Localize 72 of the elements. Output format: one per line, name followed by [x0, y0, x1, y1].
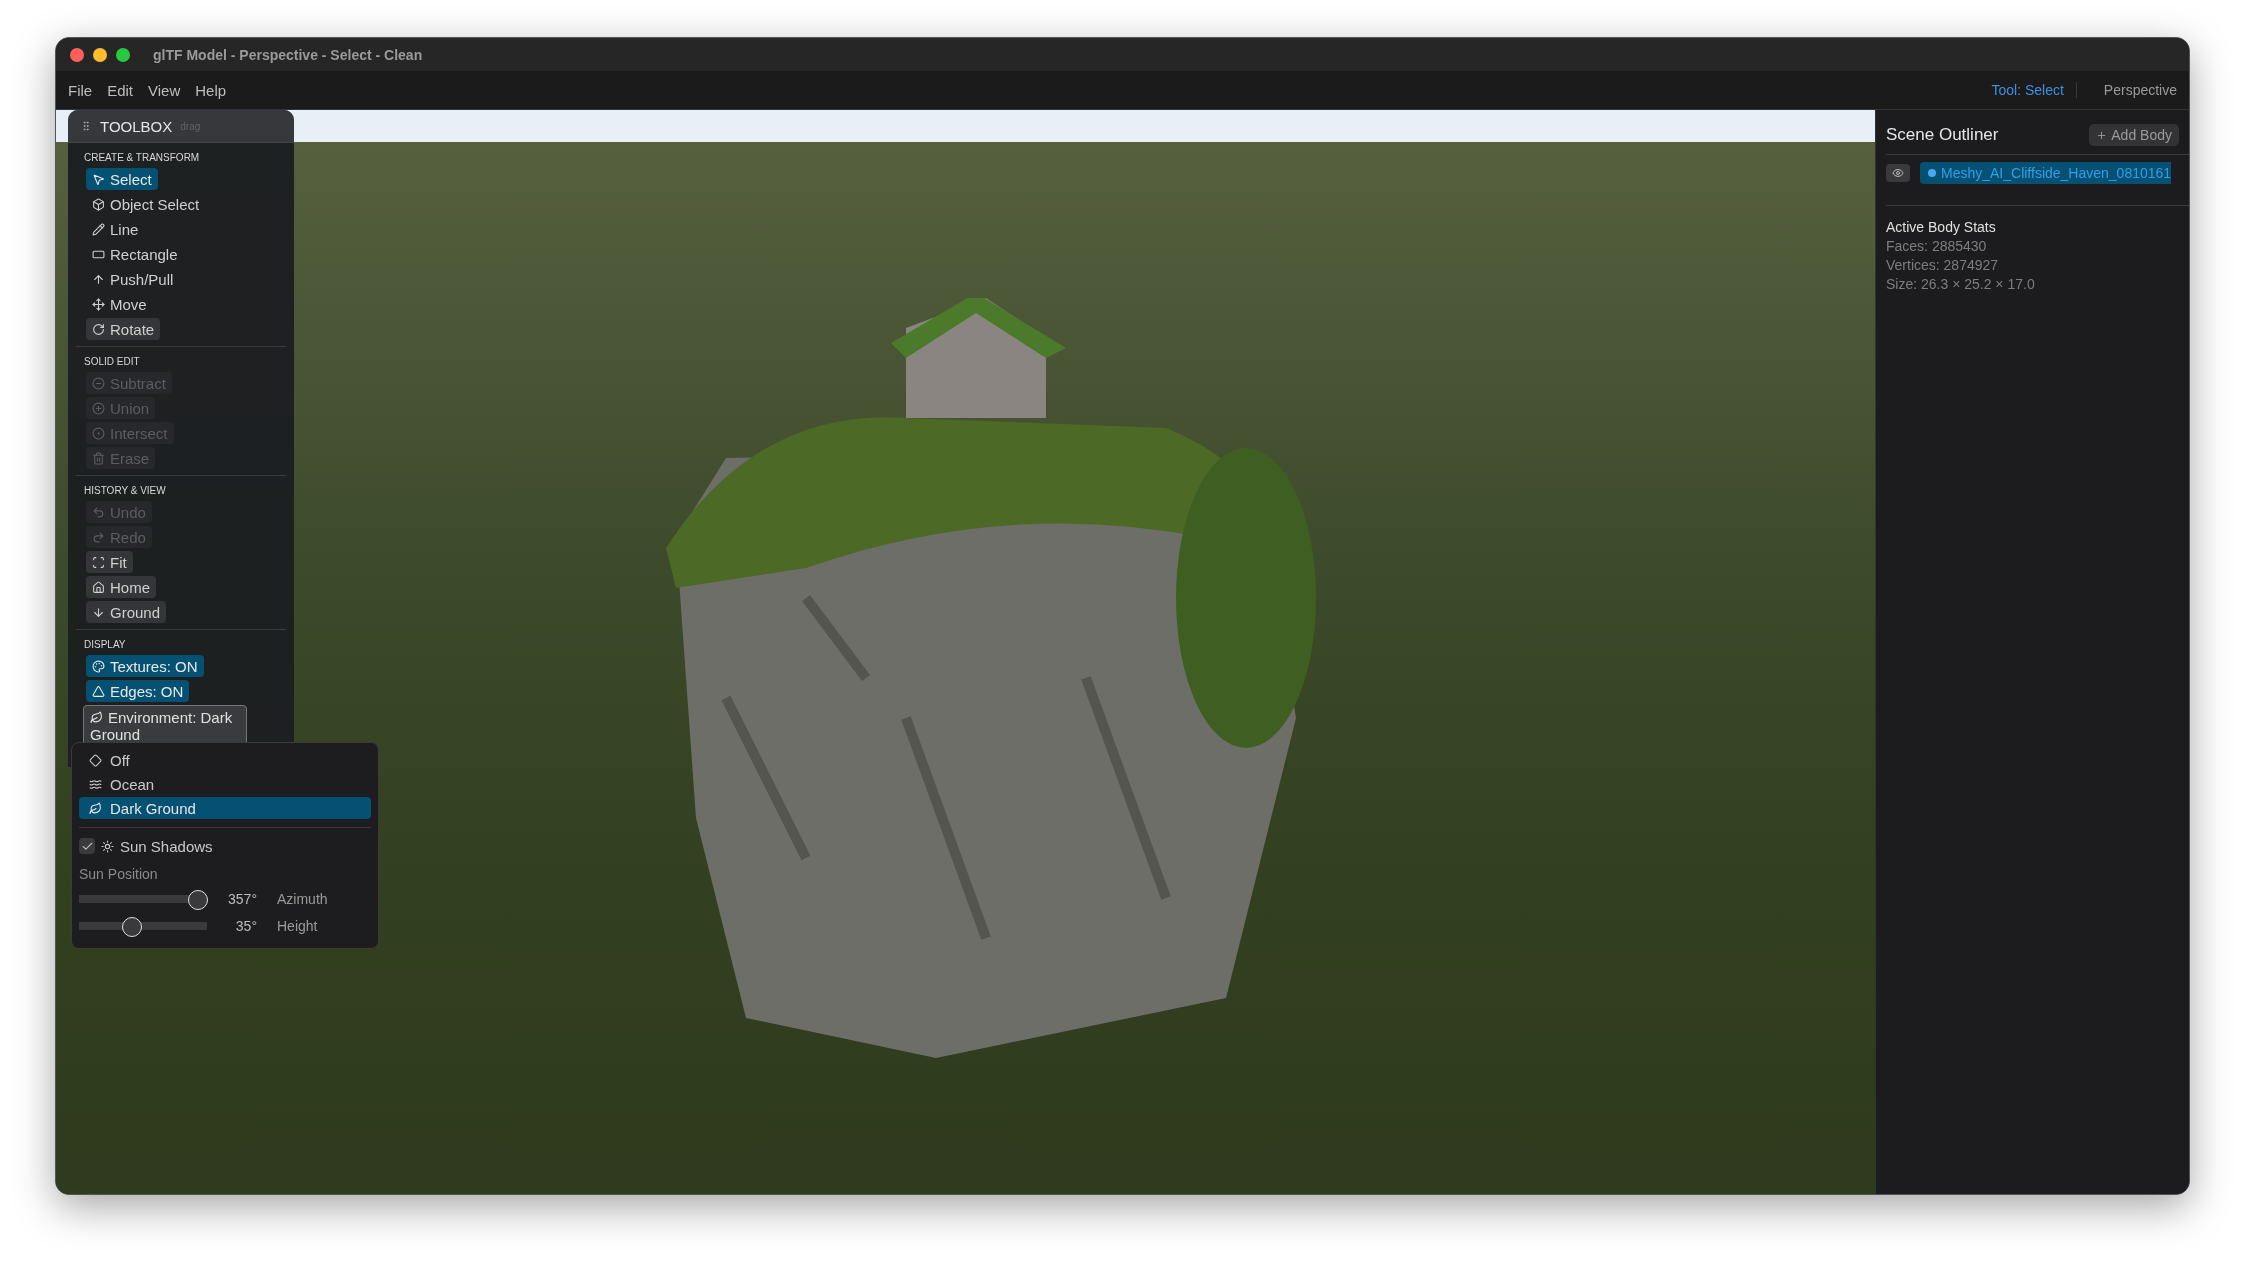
minimize-button[interactable] — [93, 47, 107, 62]
tool-button[interactable]: Select — [86, 168, 158, 190]
slider-thumb[interactable] — [121, 916, 142, 937]
maximize-button[interactable] — [116, 47, 130, 62]
stat-line: Vertices: 2874927 — [1886, 257, 2000, 273]
section-heading: HISTORY & VIEW — [84, 485, 166, 496]
menu-item[interactable]: Edit — [107, 81, 134, 99]
add-body-button[interactable]: Add Body — [2089, 124, 2179, 146]
visibility-toggle[interactable] — [1886, 164, 1910, 182]
status-dot — [1928, 169, 1936, 177]
sun-icon — [101, 839, 114, 853]
section-heading: DISPLAY — [84, 639, 126, 650]
menu-option[interactable]: Dark Ground — [79, 797, 371, 819]
window-title: glTF Model - Perspective - Select - Clean — [153, 46, 423, 63]
pencil-icon — [92, 222, 105, 236]
palette-icon — [92, 659, 105, 673]
toggle-button[interactable]: Textures: ON — [86, 655, 204, 677]
house-icon — [92, 580, 105, 594]
section-heading: SOLID EDIT — [84, 356, 140, 367]
leaf-icon — [90, 711, 103, 724]
menu-option[interactable]: Off — [79, 749, 371, 771]
close-button[interactable] — [70, 47, 84, 62]
undo-icon — [92, 505, 105, 519]
view-status: Perspective — [2102, 82, 2177, 98]
checkbox-label: Sun Shadows — [120, 837, 213, 855]
wave-icon — [89, 777, 102, 791]
triangle-icon — [92, 684, 105, 698]
stat-line: Faces: 2885430 — [1886, 238, 1988, 254]
tool-button[interactable]: Push/Pull — [86, 268, 180, 290]
down-arrow-icon — [92, 605, 105, 619]
tool-button[interactable]: Ground — [86, 601, 167, 623]
plus-icon — [2096, 129, 2108, 141]
tool-button[interactable]: Move — [86, 293, 153, 315]
cursor-icon — [92, 172, 105, 186]
rotate-icon — [92, 322, 105, 336]
tool-status: Tool: Select — [1991, 82, 2077, 98]
checkbox[interactable] — [79, 838, 95, 854]
move-icon — [92, 297, 105, 311]
redo-icon — [92, 530, 105, 544]
diamond-icon — [89, 753, 102, 767]
menu-item[interactable]: File — [68, 81, 93, 99]
toolbox-title: TOOLBOX — [100, 117, 173, 135]
tool-button[interactable]: Object Select — [86, 193, 206, 215]
slider-reading: 357° — [227, 890, 257, 907]
menu-option[interactable]: Ocean — [79, 773, 371, 795]
up-arrow-icon — [92, 272, 105, 286]
tool-button[interactable]: Rotate — [86, 318, 161, 340]
tool-button[interactable]: Line — [86, 218, 145, 240]
toggle-button[interactable]: Edges: ON — [86, 680, 190, 702]
tool-button[interactable]: Fit — [86, 551, 133, 573]
slider-label: Height — [277, 917, 318, 934]
menu-item[interactable]: View — [148, 81, 181, 99]
leaf-icon — [89, 801, 102, 815]
panel-title: Scene Outliner — [1886, 125, 1999, 145]
stats-title: Active Body Stats — [1886, 219, 1997, 235]
section-heading: CREATE & TRANSFORM — [84, 152, 200, 163]
sun-position-label: Sun Position — [79, 866, 159, 882]
slider-thumb[interactable] — [187, 889, 208, 910]
eye-icon — [1892, 167, 1904, 179]
frame-icon — [92, 555, 105, 569]
menu-item[interactable]: Help — [195, 81, 227, 99]
cube-icon — [92, 197, 105, 211]
minus-circle-icon — [92, 376, 105, 390]
slider-reading: 35° — [234, 917, 257, 934]
grip-icon[interactable] — [80, 120, 92, 132]
dot-circle-icon — [92, 426, 105, 440]
trash-icon — [92, 451, 105, 465]
tool-button[interactable]: Home — [86, 576, 156, 598]
slider-label: Azimuth — [277, 890, 328, 907]
plus-circle-icon — [92, 401, 105, 415]
stat-line: Size: 26.3 × 25.2 × 17.0 — [1886, 276, 2036, 292]
tool-button[interactable]: Rectangle — [86, 243, 184, 265]
